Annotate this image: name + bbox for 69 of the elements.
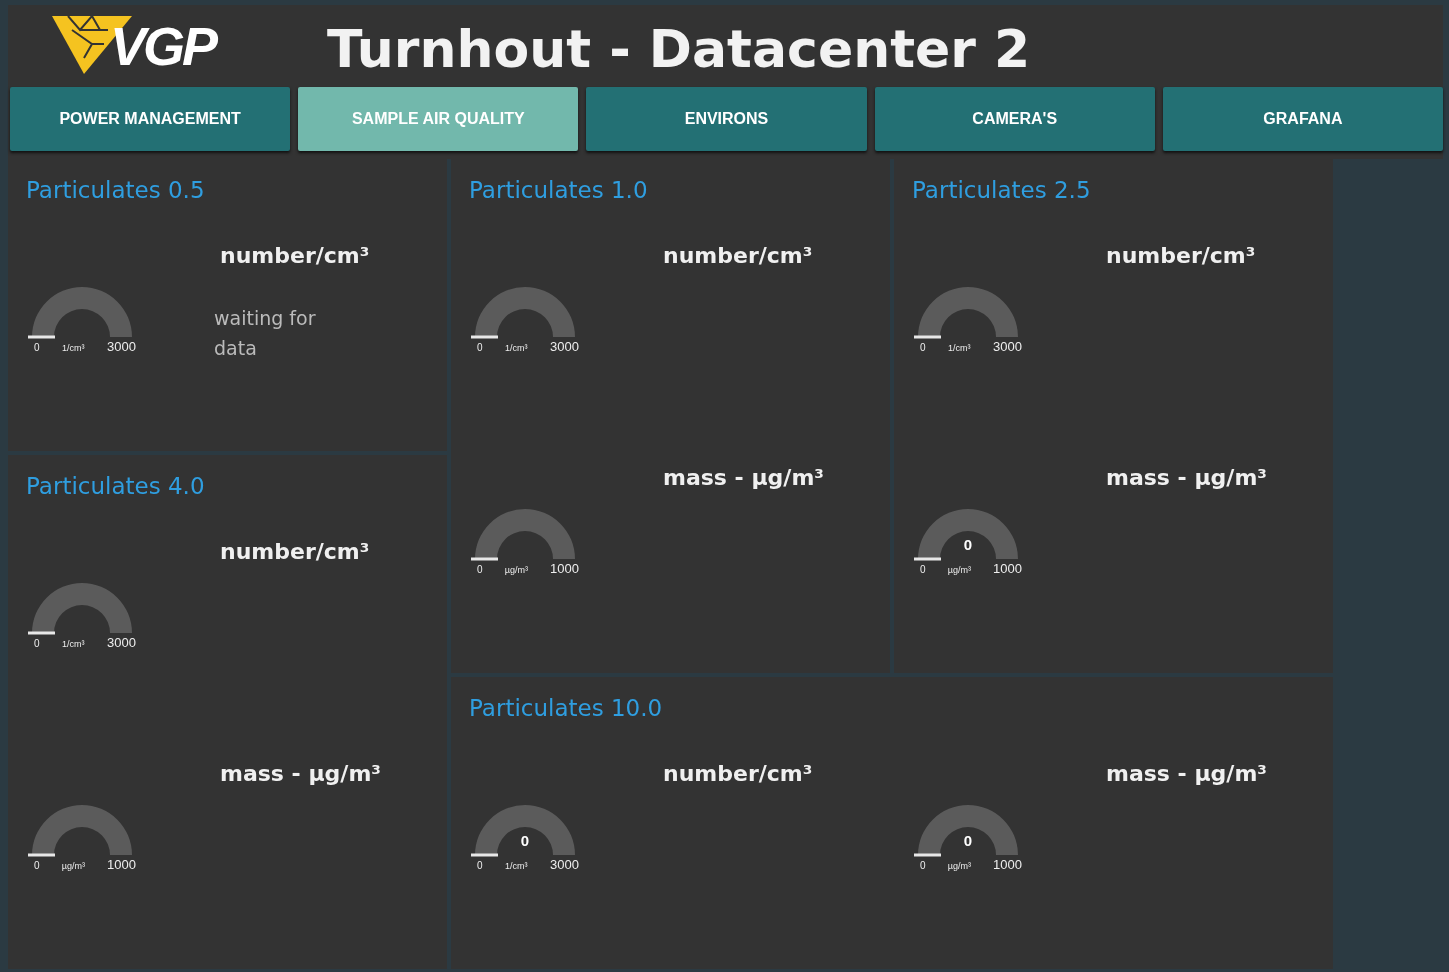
gauge-arc-icon [475, 805, 575, 855]
status-text: waiting for data [214, 306, 317, 361]
nav-tab[interactable]: POWER MANAGEMENT [10, 87, 291, 151]
gauge-needle-icon [28, 631, 55, 635]
gauge-needle-icon [28, 335, 55, 339]
gauge-min: 0 [920, 860, 926, 871]
gauge-value: 0 [519, 832, 531, 849]
gauge-unit: 1/cm³ [505, 343, 528, 353]
gauge-max: 3000 [550, 339, 579, 354]
gauge-unit: 1/cm³ [62, 639, 85, 649]
gauge-label: mass - µg/m³ [219, 760, 382, 788]
gauge-max: 3000 [107, 339, 136, 354]
logo-text: VGP [110, 15, 216, 77]
card-title: Particulates 1.0 [468, 177, 649, 203]
gauge-label: number/cm³ [662, 242, 814, 270]
gauge-value: 0 [962, 536, 974, 553]
gauge-needle-icon [28, 853, 55, 857]
nav-tab[interactable]: ENVIRONS [586, 87, 867, 151]
nav-tab[interactable]: GRAFANA [1162, 87, 1443, 151]
gauge-value: 0 [962, 832, 974, 849]
gauge-arc-icon [918, 509, 1018, 559]
gauge-arc-icon [918, 287, 1018, 337]
gauge-max: 3000 [993, 339, 1022, 354]
gauge-label: mass - µg/m³ [1105, 464, 1268, 492]
gauge-arc-icon [32, 805, 132, 855]
card-title: Particulates 10.0 [468, 695, 664, 721]
gauge-arc-icon [918, 805, 1018, 855]
gauge-label: mass - µg/m³ [662, 464, 825, 492]
gauge-unit: µg/m³ [947, 565, 971, 575]
gauge-max: 1000 [107, 857, 136, 872]
nav-tab[interactable]: CAMERA'S [874, 87, 1155, 151]
gauge-arc-icon [32, 583, 132, 633]
dashboard-title: Turnhout - Datacenter 2 [327, 19, 1031, 79]
gauge-arc-icon [475, 509, 575, 559]
gauge-unit: µg/m³ [947, 861, 971, 871]
gauge-min: 0 [34, 342, 40, 353]
gauge-min: 0 [920, 564, 926, 575]
gauge-min: 0 [477, 342, 483, 353]
gauge-label: number/cm³ [1105, 242, 1257, 270]
card-title: Particulates 0.5 [25, 177, 206, 203]
gauge-needle-icon [914, 853, 941, 857]
gauge-max: 1000 [993, 857, 1022, 872]
gauge-unit: 1/cm³ [62, 343, 85, 353]
gauge-max: 3000 [107, 635, 136, 650]
gauge-arc-icon [475, 287, 575, 337]
gauge-min: 0 [34, 860, 40, 871]
card-title: Particulates 2.5 [911, 177, 1092, 203]
gauge-min: 0 [920, 342, 926, 353]
gauge-min: 0 [477, 860, 483, 871]
gauge-needle-icon [914, 557, 941, 561]
card-title: Particulates 4.0 [25, 473, 206, 499]
gauge-needle-icon [914, 335, 941, 339]
gauge-label: mass - µg/m³ [1105, 760, 1268, 788]
gauge-label: number/cm³ [662, 760, 814, 788]
gauge-arc-icon [32, 287, 132, 337]
gauge-label: number/cm³ [219, 242, 371, 270]
gauge-unit: µg/m³ [61, 861, 85, 871]
gauge-needle-icon [471, 853, 498, 857]
gauge-max: 1000 [550, 561, 579, 576]
gauge-unit: µg/m³ [504, 565, 528, 575]
gauge-label: number/cm³ [219, 538, 371, 566]
gauge-min: 0 [477, 564, 483, 575]
gauge-needle-icon [471, 335, 498, 339]
gauge-max: 3000 [550, 857, 579, 872]
gauge-unit: 1/cm³ [948, 343, 971, 353]
gauge-min: 0 [34, 638, 40, 649]
gauge-max: 1000 [993, 561, 1022, 576]
gauge-unit: 1/cm³ [505, 861, 528, 871]
gauge-needle-icon [471, 557, 498, 561]
